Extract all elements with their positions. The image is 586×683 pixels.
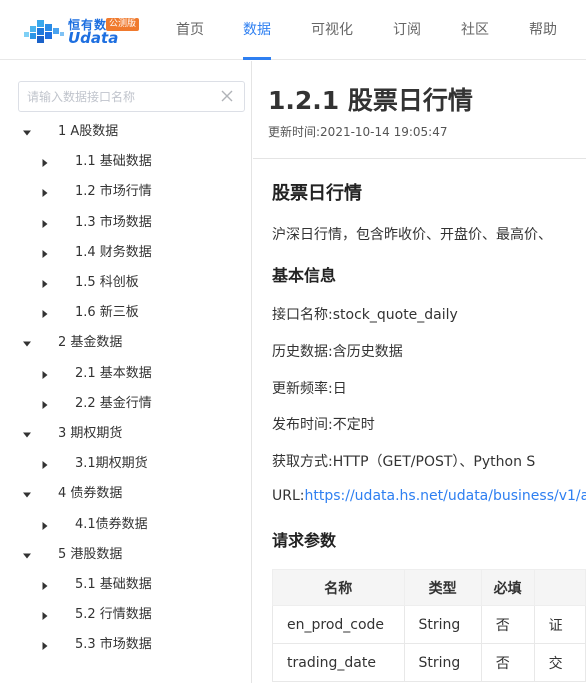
- caret-right-icon[interactable]: [40, 600, 50, 630]
- updated-label: 更新时间:: [268, 125, 321, 139]
- tree-item-label: 2.1 基本数据: [75, 365, 152, 381]
- tree-item-label: 2.2 基金行情: [75, 395, 152, 411]
- tree-item-label: 3 期权期货: [58, 426, 123, 441]
- info-value: stock_quote_daily: [332, 307, 458, 323]
- info-label: 更新频率:: [272, 381, 333, 397]
- info-frequency: 更新频率:日: [272, 378, 347, 398]
- tree-item-label: 5.3 市场数据: [75, 637, 152, 653]
- info-label: 历史数据:: [272, 344, 333, 360]
- top-header: 恒有数 公测版 Udata 首页 数据 可视化 订阅 社区 帮助: [0, 0, 586, 60]
- tree-item-label: 1.6 新三板: [75, 305, 139, 321]
- col-header-desc: [533, 569, 586, 606]
- tree-item-label: 5.2 行情数据: [75, 607, 152, 623]
- params-table: 名称 类型 必填 en_prod_code String 否 证 trading…: [272, 569, 586, 682]
- info-value: HTTP（GET/POST）、Python S: [332, 454, 536, 470]
- tree-item-label: 5.1 基础数据: [75, 577, 152, 592]
- caret-down-icon[interactable]: [22, 479, 32, 509]
- col-header-name: 名称: [272, 569, 405, 606]
- params-title: 请求参数: [272, 531, 337, 550]
- info-release-time: 发布时间:不定时: [272, 414, 375, 434]
- caret-down-icon[interactable]: [22, 419, 32, 449]
- page-title: 1.2.1 股票日行情: [268, 86, 473, 115]
- info-api-name: 接口名称:stock_quote_daily: [272, 304, 458, 324]
- tree-item-label: 1 A股数据: [58, 124, 119, 139]
- caret-right-icon[interactable]: [40, 389, 50, 419]
- caret-right-icon[interactable]: [40, 570, 50, 600]
- caret-right-icon[interactable]: [40, 208, 50, 238]
- api-url-link[interactable]: https://udata.hs.net/udata/business/v1/a: [305, 488, 586, 504]
- caret-right-icon[interactable]: [40, 359, 50, 389]
- updated-value: 2021-10-14 19:05:47: [320, 125, 448, 139]
- nav-community[interactable]: 社区: [461, 0, 489, 60]
- api-search-input[interactable]: [27, 87, 217, 107]
- tree-item-label: 4 债券数据: [58, 486, 123, 502]
- clear-icon[interactable]: [220, 89, 234, 103]
- table-row: trading_date String 否 交: [272, 643, 586, 682]
- caret-right-icon[interactable]: [40, 147, 50, 177]
- info-value: 含历史数据: [332, 344, 403, 360]
- info-label: 发布时间:: [272, 417, 333, 433]
- tree-item-label: 3.1期权期货: [75, 456, 148, 472]
- tree-item-label: 1.5 科创板: [75, 275, 139, 290]
- caret-down-icon[interactable]: [22, 328, 32, 358]
- param-desc: 证: [533, 605, 586, 644]
- caret-right-icon[interactable]: [40, 298, 50, 328]
- info-label: 获取方式:: [272, 454, 333, 470]
- param-required: 否: [480, 643, 535, 682]
- param-type: String: [403, 643, 482, 682]
- doc-title-bar: 1.2.1 股票日行情 更新时间:2021-10-14 19:05:47: [253, 61, 586, 159]
- tree-item-label: 1.4 财务数据: [75, 244, 152, 260]
- caret-right-icon[interactable]: [40, 238, 50, 268]
- info-history: 历史数据:含历史数据: [272, 341, 403, 361]
- section-title: 股票日行情: [272, 183, 362, 204]
- nav-help[interactable]: 帮助: [529, 0, 557, 60]
- api-search-box: [18, 81, 245, 112]
- info-label: 接口名称:: [272, 307, 333, 323]
- tree-item-label: 1.1 基础数据: [75, 154, 152, 170]
- caret-right-icon[interactable]: [40, 268, 50, 298]
- nav-data[interactable]: 数据: [243, 0, 271, 60]
- logo-cubes-icon: [24, 20, 64, 43]
- param-name: en_prod_code: [272, 605, 405, 644]
- nav-visualization[interactable]: 可视化: [311, 0, 353, 60]
- logo-name-en: Udata: [68, 29, 119, 47]
- nav-subscribe[interactable]: 订阅: [393, 0, 421, 60]
- caret-down-icon[interactable]: [22, 117, 32, 147]
- caret-right-icon[interactable]: [40, 449, 50, 479]
- udata-logo[interactable]: 恒有数 公测版 Udata: [22, 14, 140, 48]
- caret-down-icon[interactable]: [22, 540, 32, 570]
- tree-item-label: 4.1债券数据: [75, 516, 148, 532]
- url-label: URL:: [272, 488, 305, 504]
- info-url: URL:https://udata.hs.net/udata/business/…: [272, 488, 586, 504]
- param-required: 否: [480, 605, 535, 644]
- col-header-type: 类型: [403, 569, 482, 606]
- table-row: en_prod_code String 否 证: [272, 605, 586, 644]
- tree-item-label: 2 基金数据: [58, 335, 123, 351]
- updated-time: 更新时间:2021-10-14 19:05:47: [268, 123, 448, 140]
- info-access-method: 获取方式:HTTP（GET/POST）、Python S: [272, 451, 535, 471]
- description: 沪深日行情，包含昨收价、开盘价、最高价、: [272, 227, 552, 243]
- doc-content: 1.2.1 股票日行情 更新时间:2021-10-14 19:05:47 股票日…: [253, 61, 586, 683]
- caret-right-icon[interactable]: [40, 630, 50, 660]
- param-name: trading_date: [272, 643, 405, 682]
- api-sidebar: 1 A股数据 1.1 基础数据 1.2 市场行情 1.3 市场数据 1.4 财务数据 1.…: [0, 61, 252, 683]
- info-value: 不定时: [332, 417, 375, 433]
- param-type: String: [403, 605, 482, 644]
- param-desc: 交: [533, 643, 586, 682]
- col-header-required: 必填: [480, 569, 535, 606]
- tree-item-label: 1.3 市场数据: [75, 214, 152, 230]
- caret-right-icon[interactable]: [40, 510, 50, 540]
- info-value: 日: [332, 381, 347, 397]
- caret-right-icon[interactable]: [40, 177, 50, 207]
- nav-home[interactable]: 首页: [176, 0, 204, 60]
- tree-item-label: 5 港股数据: [58, 546, 123, 562]
- basic-info-title: 基本信息: [272, 266, 337, 285]
- table-header-row: 名称 类型 必填: [272, 569, 586, 606]
- tree-item-label: 1.2 市场行情: [75, 184, 152, 200]
